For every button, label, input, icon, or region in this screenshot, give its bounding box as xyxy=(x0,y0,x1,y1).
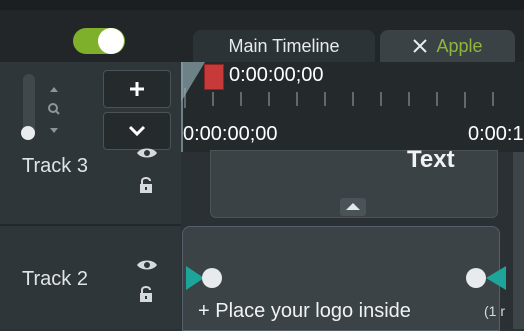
close-icon[interactable] xyxy=(412,38,428,54)
logo-clip-trailing: (1 r xyxy=(484,303,505,319)
eye-icon[interactable] xyxy=(136,258,158,272)
clip-start-handle[interactable] xyxy=(182,262,230,294)
ruler-ticks xyxy=(184,88,494,108)
chevron-up-icon[interactable] xyxy=(340,198,366,216)
zoom-slider-knob[interactable] xyxy=(21,126,35,140)
add-track-button[interactable] xyxy=(103,70,171,108)
tab-main-timeline[interactable]: Main Timeline xyxy=(193,30,375,62)
current-time: 0:00:00;00 xyxy=(229,64,324,86)
lock-icon[interactable] xyxy=(138,285,154,303)
playhead[interactable] xyxy=(204,64,224,90)
text-clip-label: Text xyxy=(407,146,455,173)
tab-apple[interactable]: Apple xyxy=(380,30,515,62)
plus-icon xyxy=(130,82,144,96)
lock-icon[interactable] xyxy=(138,176,154,194)
tab-apple-label: Apple xyxy=(436,35,483,56)
top-strip xyxy=(0,0,524,10)
track3-label: Track 3 xyxy=(22,155,88,177)
toggle-knob[interactable] xyxy=(98,28,124,54)
vertical-scrollbar[interactable] xyxy=(513,152,524,329)
zoom-icon xyxy=(48,87,60,133)
clip-end-handle[interactable] xyxy=(462,262,510,294)
chevron-down-icon xyxy=(128,125,146,137)
tab-main-timeline-label: Main Timeline xyxy=(228,35,340,56)
logo-clip-label: + Place your logo inside xyxy=(198,300,411,322)
expand-tracks-button[interactable] xyxy=(103,112,171,150)
track2-label: Track 2 xyxy=(22,268,88,290)
eye-icon[interactable] xyxy=(136,146,158,160)
ruler-start-time: 0:00:00;00 xyxy=(183,123,278,145)
track-divider xyxy=(0,224,181,226)
ruler-next-time: 0:00:1 xyxy=(468,123,524,145)
